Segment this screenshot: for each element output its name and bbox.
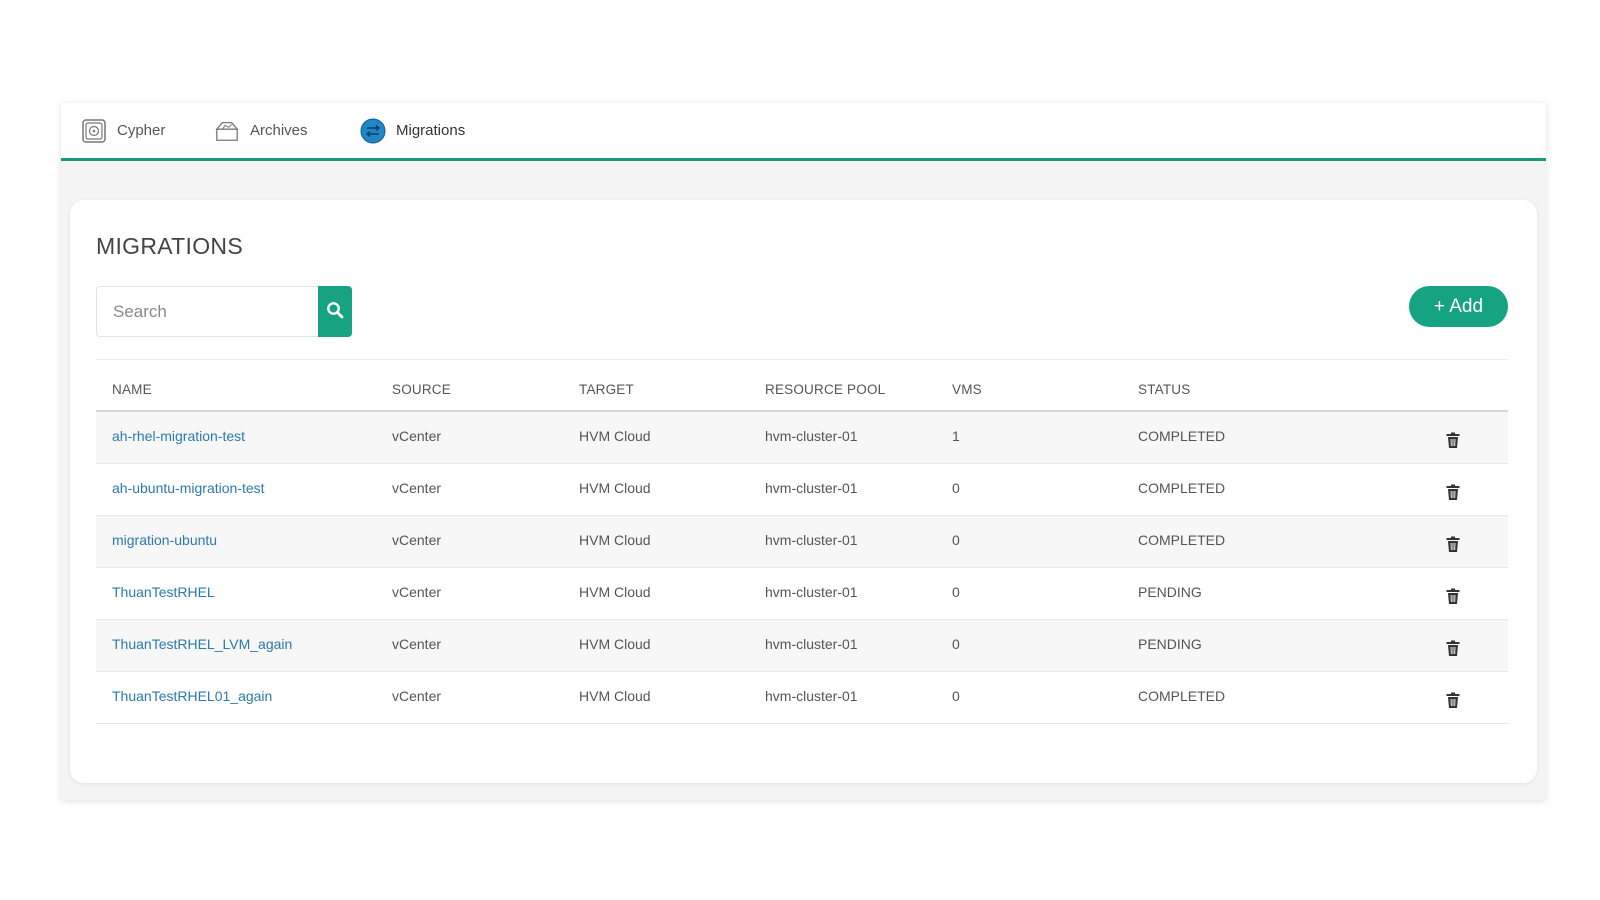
status-cell: COMPLETED [1138,428,1226,444]
status-cell: PENDING [1138,584,1202,600]
source-cell: vCenter [392,428,442,444]
migration-name-link[interactable]: migration-ubuntu [112,532,217,548]
tab-migrations-label: Migrations [396,122,466,139]
tab-migrations[interactable]: Migrations [360,103,465,158]
target-cell: HVM Cloud [579,428,651,444]
trash-icon[interactable] [1444,482,1462,502]
search-input[interactable] [96,286,318,337]
vms-cell: 0 [952,532,960,548]
table-header: NAME SOURCE TARGET RESOURCE POOL VMS STA… [96,368,1508,412]
status-cell: COMPLETED [1138,532,1226,548]
resource-pool-cell: hvm-cluster-01 [765,532,858,548]
tab-archives-label: Archives [250,122,308,139]
source-cell: vCenter [392,584,442,600]
archive-box-icon [214,118,240,144]
resource-pool-cell: hvm-cluster-01 [765,636,858,652]
trash-icon[interactable] [1444,690,1462,710]
resource-pool-cell: hvm-cluster-01 [765,688,858,704]
resource-pool-cell: hvm-cluster-01 [765,428,858,444]
target-cell: HVM Cloud [579,688,651,704]
status-cell: PENDING [1138,636,1202,652]
safe-icon [81,118,107,144]
migration-name-link[interactable]: ThuanTestRHEL_LVM_again [112,636,292,652]
resource-pool-cell: hvm-cluster-01 [765,584,858,600]
app-window: Cypher Archives Migrations MIGRATIONS Se… [61,103,1546,800]
table-row: migration-ubuntu vCenter HVM Cloud hvm-c… [96,516,1508,568]
column-header-target[interactable]: TARGET [579,382,634,397]
source-cell: vCenter [392,688,442,704]
table-row: ah-ubuntu-migration-test vCenter HVM Clo… [96,464,1508,516]
table-row: ThuanTestRHEL01_again vCenter HVM Cloud … [96,672,1508,724]
table-row: ThuanTestRHEL_LVM_again vCenter HVM Clou… [96,620,1508,672]
column-header-resource-pool[interactable]: RESOURCE POOL [765,382,885,397]
source-cell: vCenter [392,636,442,652]
column-header-source[interactable]: SOURCE [392,382,451,397]
target-cell: HVM Cloud [579,532,651,548]
tab-cypher-label: Cypher [117,122,166,139]
search-bar [96,286,352,337]
target-cell: HVM Cloud [579,584,651,600]
status-cell: COMPLETED [1138,480,1226,496]
vms-cell: 0 [952,584,960,600]
source-cell: vCenter [392,480,442,496]
vms-cell: 0 [952,480,960,496]
migration-name-link[interactable]: ah-rhel-migration-test [112,428,245,444]
migration-name-link[interactable]: ah-ubuntu-migration-test [112,480,265,496]
vms-cell: 1 [952,428,960,444]
status-cell: COMPLETED [1138,688,1226,704]
trash-icon[interactable] [1444,638,1462,658]
table-row: ThuanTestRHEL vCenter HVM Cloud hvm-clus… [96,568,1508,620]
migrations-card: MIGRATIONS + Add NAME SOURCE TARGET RESO… [70,200,1537,783]
vms-cell: 0 [952,636,960,652]
trash-icon[interactable] [1444,586,1462,606]
migrations-table: NAME SOURCE TARGET RESOURCE POOL VMS STA… [96,368,1508,724]
add-migration-button[interactable]: + Add [1409,286,1508,327]
search-button[interactable] [318,286,352,337]
search-icon [326,301,344,322]
column-header-status[interactable]: STATUS [1138,382,1190,397]
tab-bar: Cypher Archives Migrations [61,103,1546,161]
resource-pool-cell: hvm-cluster-01 [765,480,858,496]
page-title: MIGRATIONS [96,233,243,259]
column-header-vms[interactable]: VMS [952,382,982,397]
migration-name-link[interactable]: ThuanTestRHEL [112,584,215,600]
column-header-name[interactable]: NAME [112,382,152,397]
table-row: ah-rhel-migration-test vCenter HVM Cloud… [96,412,1508,464]
migration-name-link[interactable]: ThuanTestRHEL01_again [112,688,272,704]
target-cell: HVM Cloud [579,636,651,652]
target-cell: HVM Cloud [579,480,651,496]
source-cell: vCenter [392,532,442,548]
tab-archives[interactable]: Archives [214,103,308,158]
migrate-arrows-icon [360,118,386,144]
tab-cypher[interactable]: Cypher [81,103,165,158]
vms-cell: 0 [952,688,960,704]
trash-icon[interactable] [1444,430,1462,450]
divider [96,359,1508,360]
trash-icon[interactable] [1444,534,1462,554]
